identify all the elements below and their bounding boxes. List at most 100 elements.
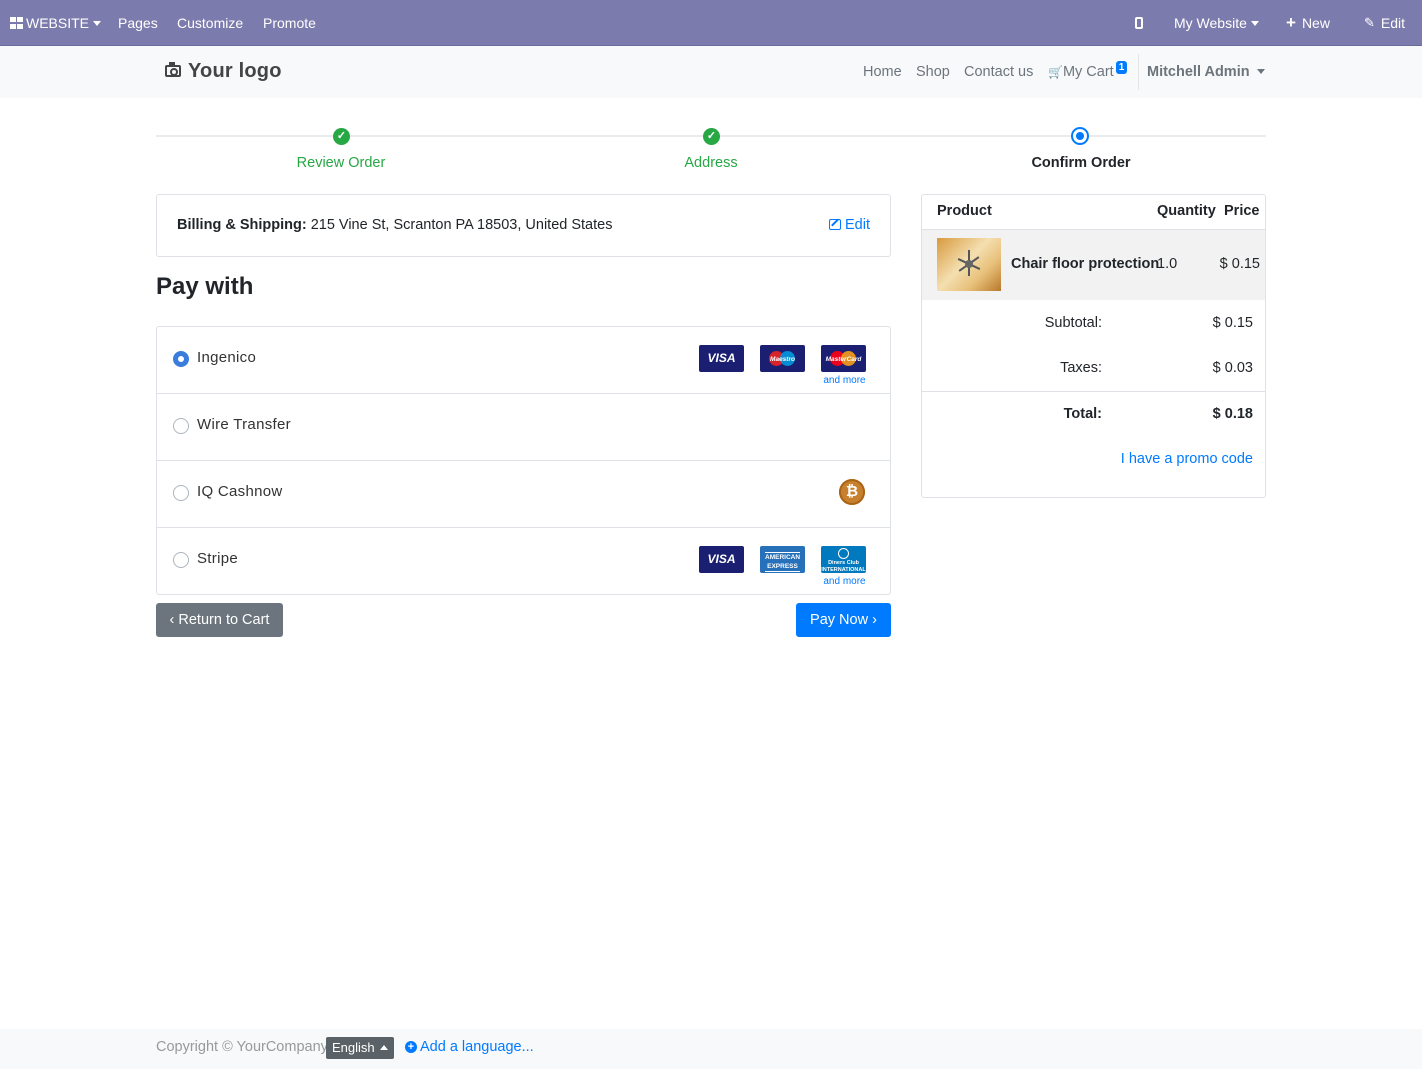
camera-icon	[165, 62, 181, 77]
cart-count-badge: 1	[1115, 61, 1128, 74]
mastercard-icon: MasterCard	[821, 345, 866, 372]
visa-card-icon: VISA	[699, 345, 744, 372]
total-value: $ 0.18	[1212, 406, 1253, 422]
footer: Copyright © YourCompany English + Add a l…	[0, 1029, 1422, 1069]
edit-page-label: Edit	[1380, 15, 1406, 31]
website-menu[interactable]: WEBSITE	[10, 0, 102, 46]
plus-icon: +	[1286, 13, 1296, 33]
total-label: Total:	[1063, 406, 1102, 422]
return-to-cart-label: Return to Cart	[178, 612, 270, 628]
step-address[interactable]: Address	[611, 155, 811, 171]
nav-shop[interactable]: Shop	[916, 64, 950, 80]
billing-label: Billing & Shipping:	[177, 217, 307, 233]
visa-card-icon: VISA	[699, 546, 744, 573]
summary-divider	[922, 391, 1265, 392]
copyright-text: Copyright © YourCompany	[156, 1039, 328, 1055]
payment-option-ingenico[interactable]: Ingenico VISA Maestro MasterCard and mor…	[157, 327, 890, 394]
and-more-link[interactable]: and more	[822, 576, 867, 587]
promote-menu[interactable]: Promote	[263, 0, 316, 46]
promo-code-link[interactable]: I have a promo code	[1121, 451, 1253, 467]
column-header-product: Product	[937, 203, 992, 219]
caret-down-icon	[1256, 68, 1265, 74]
nav-my-cart[interactable]: 🛒My Cart 1	[1048, 61, 1128, 80]
site-switcher[interactable]: My Website	[1174, 0, 1259, 46]
nav-home[interactable]: Home	[863, 64, 902, 80]
radio-stripe[interactable]	[173, 552, 189, 568]
subtotal-value: $ 0.15	[1212, 315, 1253, 331]
product-price: $ 0.15	[1219, 256, 1260, 272]
billing-address: 215 Vine St, Scranton PA 18503, United S…	[306, 217, 613, 233]
radio-wire-transfer[interactable]	[173, 418, 189, 434]
edit-address-link[interactable]: Edit	[829, 217, 870, 233]
edit-page-button[interactable]: ✎ Edit	[1364, 0, 1405, 46]
admin-bar: WEBSITE Pages Customize Promote My Websi…	[0, 0, 1422, 46]
payment-option-wire-transfer[interactable]: Wire Transfer	[157, 394, 890, 461]
radio-iq-cashnow[interactable]	[173, 485, 189, 501]
user-menu[interactable]: Mitchell Admin	[1147, 64, 1265, 80]
cart-label: My Cart	[1062, 64, 1114, 80]
edit-icon	[829, 219, 841, 230]
amex-card-icon: AMERICAN EXPRESS	[760, 546, 805, 573]
cart-icon: 🛒	[1048, 65, 1063, 79]
order-line: Chair floor protection 1.0 $ 0.15	[922, 229, 1265, 300]
billing-text: Billing & Shipping: 215 Vine St, Scranto…	[177, 217, 612, 233]
pages-menu[interactable]: Pages	[118, 0, 158, 46]
nav-divider	[1138, 54, 1139, 90]
step-review-order[interactable]: Review Order	[241, 155, 441, 171]
language-selector[interactable]: English	[326, 1037, 394, 1059]
customize-menu[interactable]: Customize	[177, 0, 243, 46]
and-more-link[interactable]: and more	[822, 375, 867, 386]
step-confirm-current-icon	[1071, 127, 1089, 145]
payment-option-iq-cashnow[interactable]: IQ Cashnow	[157, 461, 890, 528]
step-address-check-icon: ✓	[703, 128, 720, 145]
apps-grid-icon	[10, 17, 23, 30]
column-header-price: Price	[1224, 203, 1260, 219]
pay-with-heading: Pay with	[156, 273, 254, 300]
chevron-right-icon: ›	[868, 612, 877, 628]
billing-shipping-card: Billing & Shipping: 215 Vine St, Scranto…	[156, 194, 891, 257]
radio-ingenico[interactable]	[173, 351, 189, 367]
bitcoin-icon: ₿	[839, 479, 865, 505]
payment-methods-list: Ingenico VISA Maestro MasterCard and mor…	[156, 326, 891, 595]
taxes-value: $ 0.03	[1212, 360, 1253, 376]
column-header-quantity: Quantity	[1157, 203, 1216, 219]
step-review-check-icon: ✓	[333, 128, 350, 145]
return-to-cart-button[interactable]: ‹ Return to Cart	[156, 603, 283, 637]
payment-name: Ingenico	[197, 349, 257, 366]
step-confirm-order: Confirm Order	[1031, 155, 1131, 171]
payment-name: IQ Cashnow	[197, 483, 283, 500]
order-summary-card: Product Quantity Price Chair floor prote…	[921, 194, 1266, 498]
payment-name: Stripe	[197, 550, 238, 567]
language-label: English	[332, 1040, 375, 1055]
payment-name: Wire Transfer	[197, 416, 291, 433]
add-language-link[interactable]: + Add a language...	[405, 1039, 534, 1055]
product-image[interactable]	[937, 238, 1001, 291]
site-switcher-label: My Website	[1174, 15, 1247, 31]
caret-down-icon	[1250, 20, 1259, 26]
pencil-icon: ✎	[1364, 15, 1375, 31]
nav-contact-us[interactable]: Contact us	[964, 64, 1033, 80]
diners-club-card-icon: Diners Club INTERNATIONAL	[821, 546, 866, 573]
website-menu-label: WEBSITE	[26, 15, 90, 31]
subtotal-label: Subtotal:	[1044, 315, 1102, 331]
caret-down-icon	[93, 20, 102, 26]
new-button-label: New	[1301, 15, 1330, 31]
mobile-icon	[1135, 17, 1143, 30]
user-name: Mitchell Admin	[1147, 64, 1250, 80]
product-quantity: 1.0	[1157, 256, 1178, 272]
pay-now-button[interactable]: Pay Now ›	[796, 603, 891, 637]
maestro-card-icon: Maestro	[760, 345, 805, 372]
plus-circle-icon: +	[405, 1041, 417, 1053]
site-header: Your logo Home Shop Contact us 🛒My Cart 1…	[0, 46, 1422, 98]
caret-up-icon	[380, 1045, 388, 1050]
new-button[interactable]: + New	[1286, 0, 1330, 46]
edit-address-label: Edit	[845, 217, 870, 233]
pay-now-label: Pay Now	[810, 612, 869, 628]
site-logo[interactable]: Your logo	[165, 60, 282, 83]
add-language-label: Add a language...	[420, 1039, 534, 1055]
product-name[interactable]: Chair floor protection	[1011, 256, 1159, 272]
taxes-label: Taxes:	[1060, 360, 1102, 376]
payment-option-stripe[interactable]: Stripe VISA AMERICAN EXPRESS Diners Club…	[157, 528, 890, 595]
mobile-preview-button[interactable]	[1135, 0, 1143, 46]
logo-text: Your logo	[188, 60, 282, 82]
